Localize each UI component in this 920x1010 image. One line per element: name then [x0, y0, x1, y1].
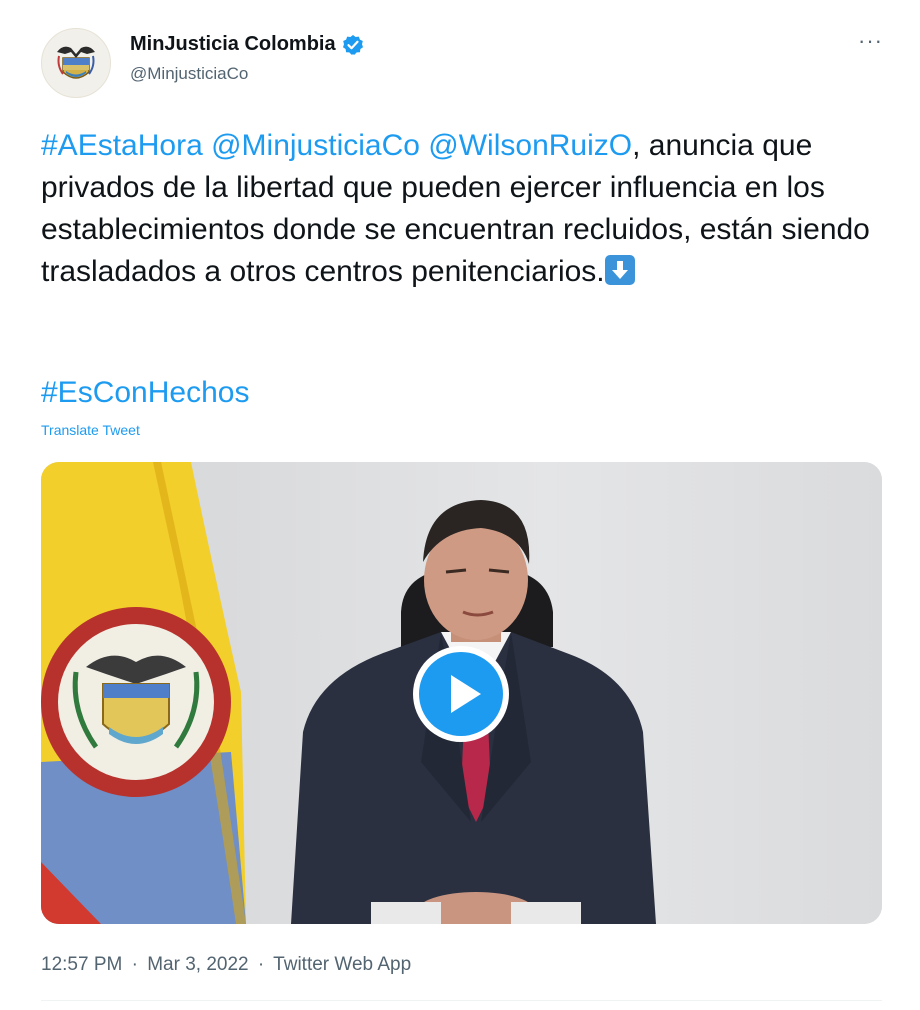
colombia-coat-of-arms-icon	[57, 46, 95, 79]
avatar[interactable]	[41, 28, 111, 98]
tweet-source[interactable]: Twitter Web App	[273, 954, 411, 975]
more-options-icon[interactable]: ···	[858, 30, 883, 52]
tweet-date[interactable]: Mar 3, 2022	[147, 954, 248, 975]
play-button[interactable]	[413, 646, 509, 742]
video-player[interactable]	[41, 462, 882, 924]
author-handle[interactable]: @MinjusticiaCo	[130, 64, 248, 84]
hashtag-link[interactable]: #EsConHechos	[41, 376, 249, 410]
down-arrow-emoji-icon	[604, 255, 635, 285]
separator: ·	[257, 954, 265, 975]
mention-link[interactable]: @MinjusticiaCo	[211, 129, 420, 162]
play-icon	[419, 652, 503, 736]
tweet-card: MinJusticia Colombia @MinjusticiaCo ··· …	[0, 0, 920, 1010]
hashtag-link[interactable]: #AEstaHora	[41, 129, 203, 162]
verified-badge-icon	[342, 34, 364, 56]
translate-tweet-link[interactable]: Translate Tweet	[41, 422, 140, 438]
separator: ·	[131, 954, 138, 975]
tweet-text: #AEstaHora @MinjusticiaCo @WilsonRuizO, …	[41, 125, 891, 293]
mention-link[interactable]: @WilsonRuizO	[428, 129, 632, 162]
tweet-time[interactable]: 12:57 PM	[41, 954, 122, 975]
display-name[interactable]: MinJusticia Colombia	[130, 33, 336, 56]
author-name-row[interactable]: MinJusticia Colombia	[130, 33, 364, 56]
divider	[41, 1000, 882, 1001]
tweet-metadata: 12:57 PM · Mar 3, 2022 · Twitter Web App	[41, 954, 411, 976]
